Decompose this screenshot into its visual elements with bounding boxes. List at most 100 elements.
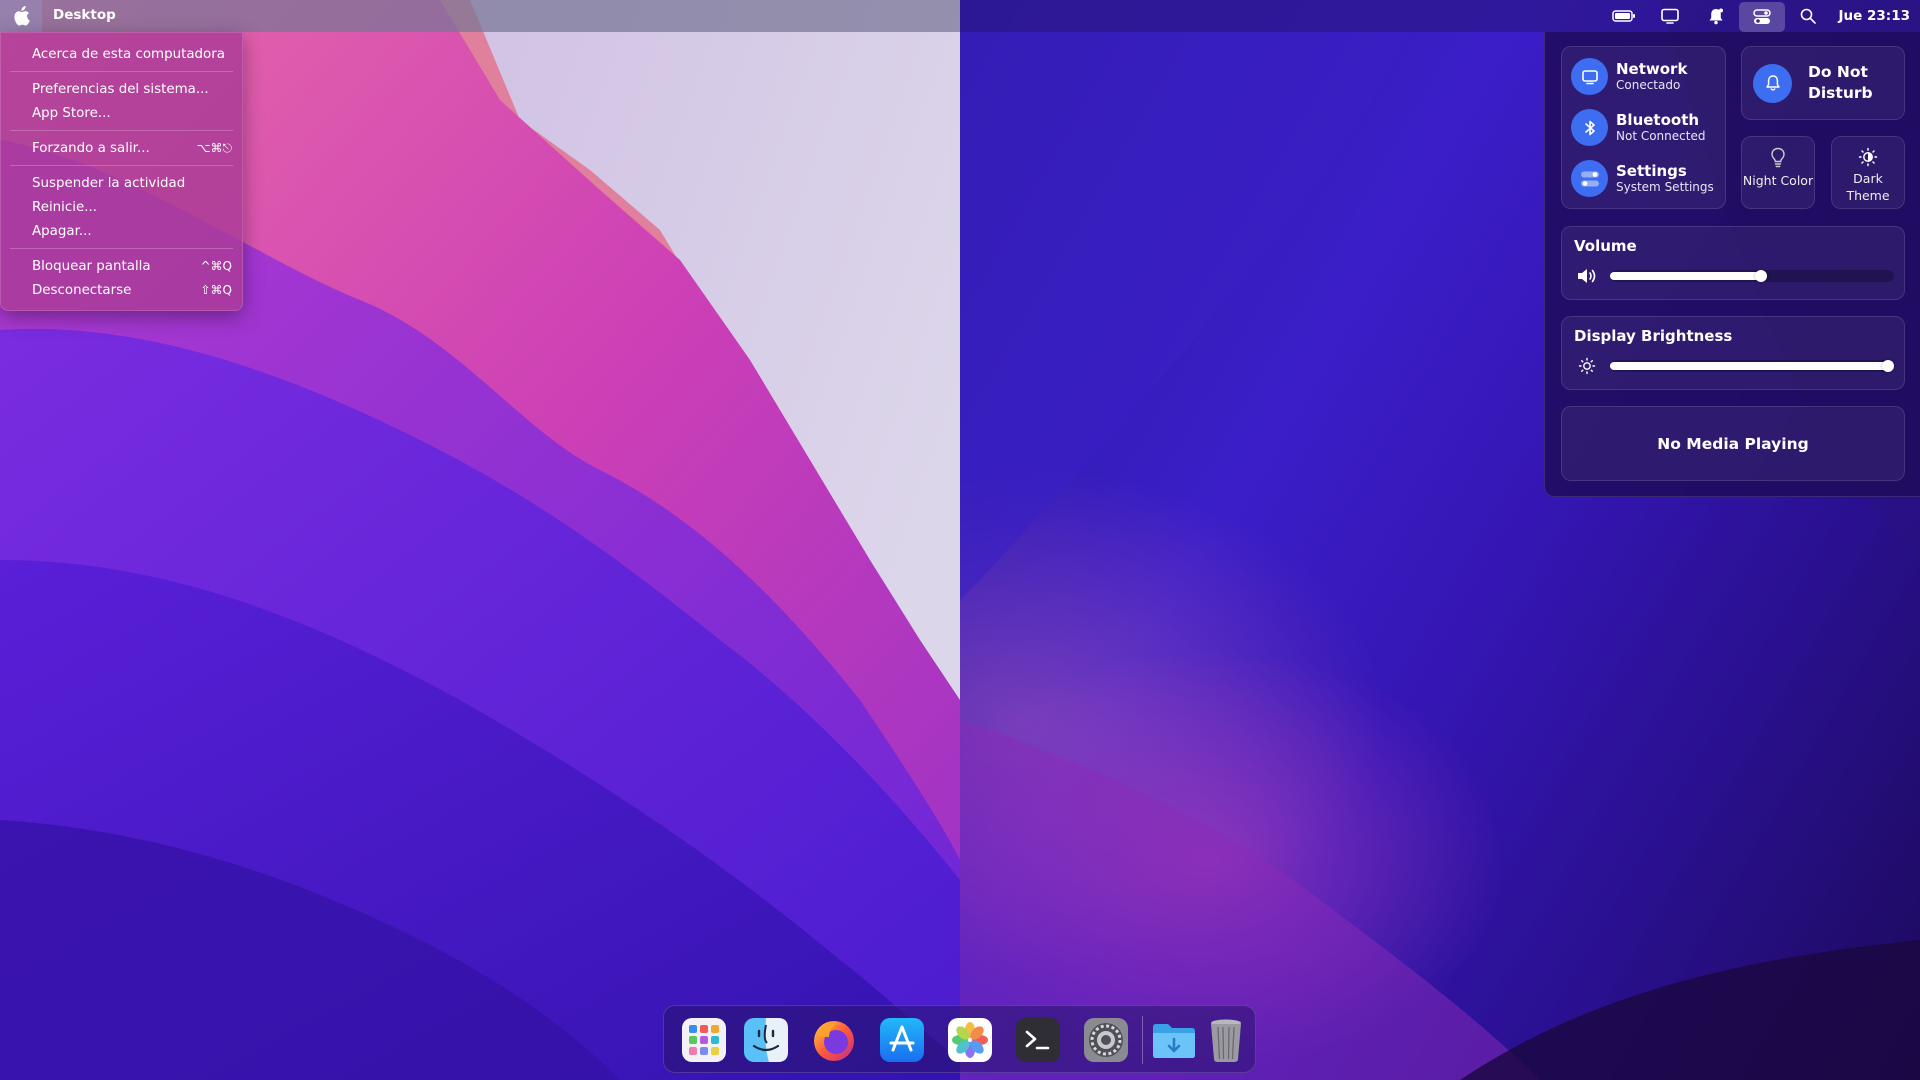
dock-separator bbox=[1142, 1016, 1143, 1064]
menu-bar: Desktop Jue 23:13 bbox=[0, 0, 1920, 32]
app-title[interactable]: Desktop bbox=[53, 7, 116, 23]
menu-item-label: Bloquear pantalla bbox=[32, 258, 151, 274]
do-not-disturb-label: Do Not Disturb bbox=[1808, 63, 1873, 102]
settings-toggle[interactable]: Settings System Settings bbox=[1571, 160, 1714, 197]
app-store-icon bbox=[880, 1018, 924, 1062]
control-center-button[interactable] bbox=[1738, 1, 1785, 32]
dock-item-terminal[interactable] bbox=[1012, 1014, 1064, 1066]
volume-title: Volume bbox=[1574, 237, 1637, 255]
downloads-folder-icon bbox=[1153, 1024, 1195, 1058]
bluetooth-status: Not Connected bbox=[1616, 128, 1706, 143]
notifications-button[interactable] bbox=[1693, 0, 1739, 32]
connectivity-tile: Network Conectado Bluetooth Not Connecte… bbox=[1561, 46, 1726, 209]
menu-item-shortcut: ⇧⌘Q bbox=[200, 283, 233, 297]
menu-item-label: Acerca de esta computadora bbox=[32, 46, 225, 62]
status-area: Jue 23:13 bbox=[1601, 0, 1920, 32]
contrast-sun-icon bbox=[1858, 147, 1878, 167]
brightness-slider-fill bbox=[1610, 362, 1888, 370]
display-icon bbox=[1660, 8, 1679, 24]
menu-separator bbox=[10, 248, 233, 249]
dock-item-system-preferences[interactable] bbox=[1080, 1014, 1132, 1066]
night-color-label: Night Color bbox=[1742, 173, 1814, 188]
firefox-icon bbox=[814, 1021, 854, 1061]
dock-item-firefox[interactable] bbox=[808, 1014, 860, 1066]
menu-item-label: Reinicie... bbox=[32, 199, 97, 215]
bell-icon bbox=[1753, 63, 1792, 103]
menu-item-system-preferences[interactable]: Preferencias del sistema... bbox=[1, 77, 242, 101]
menu-item-restart[interactable]: Reinicie... bbox=[1, 195, 242, 219]
media-tile[interactable]: No Media Playing bbox=[1561, 406, 1905, 481]
finder-icon bbox=[744, 1018, 788, 1062]
media-status-label: No Media Playing bbox=[1657, 434, 1809, 453]
control-center-panel: Network Conectado Bluetooth Not Connecte… bbox=[1544, 32, 1920, 497]
menu-item-sleep[interactable]: Suspender la actividad bbox=[1, 171, 242, 195]
network-icon bbox=[1571, 58, 1608, 95]
menu-item-about[interactable]: Acerca de esta computadora bbox=[1, 42, 242, 66]
do-not-disturb-tile[interactable]: Do Not Disturb bbox=[1741, 46, 1905, 120]
brightness-slider-knob[interactable] bbox=[1882, 360, 1894, 372]
dock bbox=[663, 1005, 1256, 1073]
brightness-slider[interactable] bbox=[1610, 360, 1894, 372]
volume-slider-fill bbox=[1610, 272, 1761, 280]
menu-bar-left bbox=[0, 0, 960, 32]
battery-button[interactable] bbox=[1601, 0, 1647, 32]
dock-item-downloads[interactable] bbox=[1148, 1014, 1200, 1066]
network-status: Conectado bbox=[1616, 77, 1681, 92]
menu-separator bbox=[10, 130, 233, 131]
system-preferences-icon bbox=[1084, 1018, 1128, 1062]
network-toggle[interactable]: Network Conectado bbox=[1571, 58, 1687, 95]
trash-icon bbox=[1211, 1019, 1241, 1062]
dock-item-finder[interactable] bbox=[740, 1014, 792, 1066]
settings-status: System Settings bbox=[1616, 179, 1714, 194]
night-color-tile[interactable]: Night Color bbox=[1741, 136, 1815, 209]
speaker-icon bbox=[1576, 267, 1598, 285]
apple-menu-button[interactable] bbox=[0, 0, 42, 32]
menu-separator bbox=[10, 165, 233, 166]
brightness-tile: Display Brightness bbox=[1561, 316, 1905, 390]
bluetooth-toggle[interactable]: Bluetooth Not Connected bbox=[1571, 109, 1705, 146]
control-center-icon bbox=[1752, 8, 1771, 24]
photos-icon bbox=[948, 1018, 992, 1062]
dock-item-photos[interactable] bbox=[944, 1014, 996, 1066]
apple-logo-icon bbox=[14, 6, 30, 26]
battery-icon bbox=[1611, 10, 1635, 22]
menu-item-shut-down[interactable]: Apagar... bbox=[1, 219, 242, 243]
spotlight-search-button[interactable] bbox=[1785, 0, 1831, 32]
dark-theme-label: Dark Theme bbox=[1846, 171, 1890, 203]
launchpad-icon bbox=[682, 1018, 726, 1062]
volume-slider-knob[interactable] bbox=[1754, 270, 1767, 282]
settings-icon bbox=[1571, 160, 1608, 197]
apple-dropdown-menu: Acerca de esta computadora Preferencias … bbox=[0, 32, 243, 311]
menu-item-label: Preferencias del sistema... bbox=[32, 81, 209, 97]
search-icon bbox=[1800, 8, 1816, 24]
notification-icon bbox=[1709, 8, 1723, 24]
display-button[interactable] bbox=[1647, 0, 1693, 32]
menu-item-label: Suspender la actividad bbox=[32, 175, 186, 191]
brightness-title: Display Brightness bbox=[1574, 327, 1733, 345]
terminal-icon bbox=[1016, 1018, 1060, 1062]
bluetooth-icon bbox=[1571, 109, 1608, 146]
volume-slider[interactable] bbox=[1610, 270, 1894, 282]
dock-item-trash[interactable] bbox=[1200, 1014, 1252, 1066]
menu-item-force-quit[interactable]: Forzando a salir... ⌥⌘⎋ bbox=[1, 136, 242, 160]
volume-tile: Volume bbox=[1561, 226, 1905, 300]
dock-item-launchpad[interactable] bbox=[678, 1014, 730, 1066]
lightbulb-icon bbox=[1771, 147, 1785, 168]
menu-separator bbox=[10, 71, 233, 72]
menu-item-label: Apagar... bbox=[32, 223, 92, 239]
network-title: Network bbox=[1616, 59, 1688, 78]
settings-title: Settings bbox=[1616, 161, 1687, 180]
menu-item-lock-screen[interactable]: Bloquear pantalla ^⌘Q bbox=[1, 254, 242, 278]
dark-theme-tile[interactable]: Dark Theme bbox=[1831, 136, 1905, 209]
menu-item-label: Desconectarse bbox=[32, 282, 132, 298]
menu-item-app-store[interactable]: App Store... bbox=[1, 101, 242, 125]
bluetooth-title: Bluetooth bbox=[1616, 110, 1700, 129]
menu-bar-clock[interactable]: Jue 23:13 bbox=[1831, 0, 1920, 32]
menu-item-label: Forzando a salir... bbox=[32, 140, 150, 156]
sun-icon bbox=[1576, 357, 1598, 375]
menu-item-label: App Store... bbox=[32, 105, 111, 121]
menu-item-shortcut: ⌥⌘⎋ bbox=[196, 140, 232, 155]
menu-item-log-out[interactable]: Desconectarse ⇧⌘Q bbox=[1, 278, 242, 302]
dock-item-app-store[interactable] bbox=[876, 1014, 928, 1066]
menu-item-shortcut: ^⌘Q bbox=[200, 259, 233, 273]
